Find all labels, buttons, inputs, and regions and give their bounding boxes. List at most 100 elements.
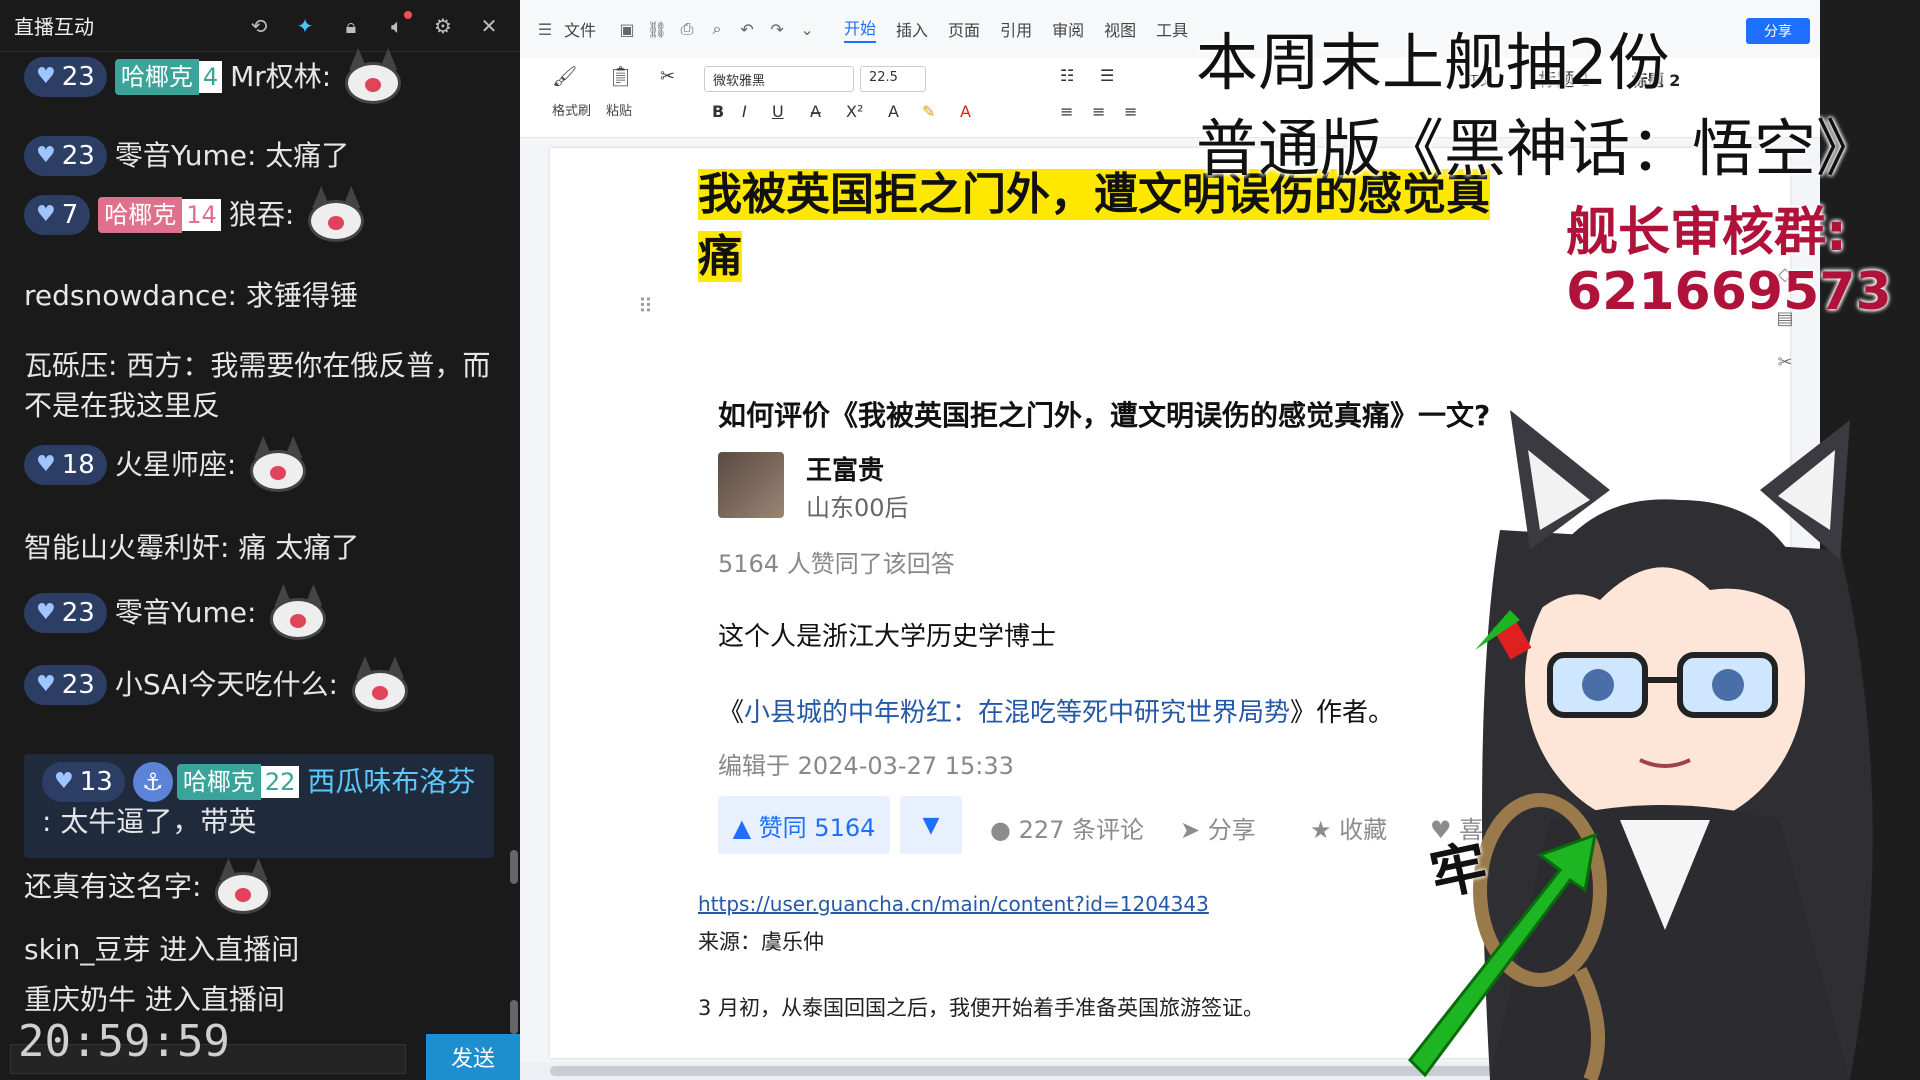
- chat-scrollbar[interactable]: [510, 850, 518, 884]
- tab-insert[interactable]: 插入: [896, 17, 928, 41]
- font-color-icon[interactable]: A: [960, 102, 971, 121]
- message-text: 重庆奶牛 进入直播间: [24, 983, 285, 1016]
- heart-icon: ♥: [36, 600, 56, 625]
- strikethrough-icon[interactable]: A̶: [810, 102, 821, 121]
- message-text: 零音Yume: 太痛了: [114, 139, 350, 172]
- message-text: 零音Yume:: [114, 596, 257, 629]
- edited-timestamp: 编辑于 2024-03-27 15:33: [718, 752, 1014, 780]
- tools-icon[interactable]: ✂: [1773, 352, 1797, 376]
- numbered-list-icon[interactable]: ☰: [1100, 66, 1114, 85]
- author-name: 王富贵: [806, 456, 885, 486]
- level-badge: ♥ 23: [24, 665, 107, 705]
- chat-message: skin_豆芽 进入直播间: [24, 930, 494, 970]
- chevron-down-icon[interactable]: ⌄: [796, 18, 818, 40]
- redo-icon[interactable]: ↷: [766, 18, 788, 40]
- paragraph: 《小县城的中年粉红：在混吃等死中研究世界局势》作者。: [718, 692, 1394, 729]
- fan-badge: 哈椰克 22: [176, 764, 302, 800]
- heart-icon: ♥: [36, 64, 56, 89]
- sticker-image: [242, 436, 314, 494]
- share-action[interactable]: ➤ 分享: [1180, 810, 1256, 845]
- paragraph: 3 月初，从泰国回国之后，我便开始着手准备英国旅游签证。: [698, 996, 1265, 1020]
- cut-icon[interactable]: ✂: [660, 66, 675, 87]
- upvote-button[interactable]: ▲ 赞同 5164: [718, 796, 890, 854]
- save-icon[interactable]: ▣: [616, 18, 638, 40]
- tab-tools[interactable]: 工具: [1156, 17, 1188, 41]
- print-icon[interactable]: ⎙: [676, 18, 698, 40]
- share-button-label: 分享: [1764, 24, 1792, 40]
- comments-action[interactable]: ● 227 条评论: [990, 810, 1144, 845]
- collect-action[interactable]: ★ 收藏: [1310, 810, 1387, 845]
- link-icon[interactable]: ⛓: [646, 18, 668, 40]
- chat-scrollbar-lower[interactable]: [510, 1000, 518, 1034]
- tab-home[interactable]: 开始: [844, 15, 877, 43]
- message-text: 火星师座:: [114, 448, 237, 481]
- chat-message-list[interactable]: ♥ 23 哈椰克 4 Mr权林: ♥ 23 零音Yume: 太痛了 ♥ 7 哈椰克 14 …: [0, 36, 510, 996]
- text-effect-icon[interactable]: A: [888, 102, 899, 121]
- send-button[interactable]: 发送: [426, 1034, 520, 1080]
- author-subtitle: 山东00后: [806, 494, 909, 522]
- bold-icon[interactable]: B: [712, 102, 724, 121]
- message-text: : 太牛逼了，带英: [42, 805, 257, 838]
- overlay-group-number: 621669573: [1566, 262, 1892, 322]
- message-text: Mr权林:: [230, 60, 332, 93]
- level-badge: ♥ 23: [24, 593, 107, 633]
- chat-message: ♥ 23 零音Yume:: [24, 584, 494, 642]
- align-center-icon[interactable]: ≡: [1092, 102, 1105, 121]
- level-badge: ♥ 7: [24, 195, 91, 235]
- source-url-link[interactable]: https://user.guancha.cn/main/content?id=…: [698, 892, 1209, 916]
- chat-message: ♥ 13 ⚓ 哈椰克 22 西瓜味布洛芬 : 太牛逼了，带英: [42, 762, 482, 842]
- downvote-button[interactable]: ▼: [900, 796, 962, 854]
- book-link[interactable]: 小县城的中年粉红：在混吃等死中研究世界局势: [744, 698, 1290, 728]
- tab-page[interactable]: 页面: [948, 17, 980, 41]
- tab-review[interactable]: 审阅: [1052, 17, 1084, 41]
- menu-file[interactable]: 文件: [564, 17, 596, 41]
- drag-handle-icon[interactable]: ⠿: [638, 294, 653, 318]
- clock: 20:59:59: [18, 1016, 230, 1067]
- format-painter-label[interactable]: 格式刷: [552, 100, 591, 119]
- hamburger-icon[interactable]: ☰: [534, 18, 556, 40]
- chat-message: ♥ 23 零音Yume: 太痛了: [24, 136, 494, 176]
- bullet-list-icon[interactable]: ☷: [1060, 66, 1074, 85]
- level-value: 13: [79, 767, 113, 797]
- notification-dot: [404, 10, 412, 19]
- underline-icon[interactable]: U: [772, 102, 784, 121]
- chat-message: 重庆奶牛 进入直播间: [24, 980, 494, 1020]
- comment-icon: ●: [990, 816, 1011, 844]
- font-size-select[interactable]: 22.5: [860, 66, 926, 92]
- heart-icon: ♥: [54, 769, 74, 794]
- paragraph: 这个人是浙江大学历史学博士: [718, 622, 1057, 652]
- heart-icon: ♥: [36, 452, 56, 477]
- message-text: 小SAI今天吃什么:: [114, 668, 338, 701]
- source-line: 来源：虞乐仲: [698, 930, 824, 954]
- chat-message: 还真有这名字:: [24, 858, 494, 916]
- username[interactable]: 西瓜味布洛芬: [307, 762, 475, 802]
- highlight-icon[interactable]: ✎: [922, 102, 935, 121]
- align-left-icon[interactable]: ≡: [1060, 102, 1073, 121]
- align-right-icon[interactable]: ≡: [1124, 102, 1137, 121]
- superscript-icon[interactable]: X²: [846, 102, 863, 121]
- sticker-image: [207, 858, 279, 916]
- tab-view[interactable]: 视图: [1104, 17, 1136, 41]
- paste-icon[interactable]: 📋︎: [608, 64, 633, 88]
- undo-icon[interactable]: ↶: [736, 18, 758, 40]
- share-label: 分享: [1207, 816, 1256, 844]
- send-icon: ➤: [1180, 816, 1201, 844]
- level-value: 23: [61, 670, 95, 700]
- sticker-image: [337, 48, 409, 106]
- tab-reference[interactable]: 引用: [1000, 17, 1032, 41]
- chat-message: ♥ 23 哈椰克 4 Mr权林:: [24, 48, 494, 106]
- chat-message: ♥ 18 火星师座:: [24, 436, 494, 494]
- paste-label[interactable]: 粘贴: [606, 100, 632, 119]
- paragraph-tail: 》作者。: [1290, 698, 1395, 728]
- likes-count: 5164 人赞同了该回答: [718, 550, 955, 578]
- italic-icon[interactable]: I: [742, 102, 747, 121]
- message-text: 还真有这名字:: [24, 870, 202, 903]
- share-button[interactable]: 分享: [1746, 18, 1810, 44]
- format-painter-icon[interactable]: 🖌︎: [552, 64, 577, 88]
- fan-badge-name: 哈椰克: [98, 197, 183, 233]
- preview-icon[interactable]: ⌕: [706, 18, 728, 40]
- font-family-select[interactable]: 微软雅黑: [704, 66, 854, 92]
- sticker-image: [300, 186, 372, 244]
- sticker-image: [344, 656, 416, 714]
- sticker-image: [262, 584, 334, 642]
